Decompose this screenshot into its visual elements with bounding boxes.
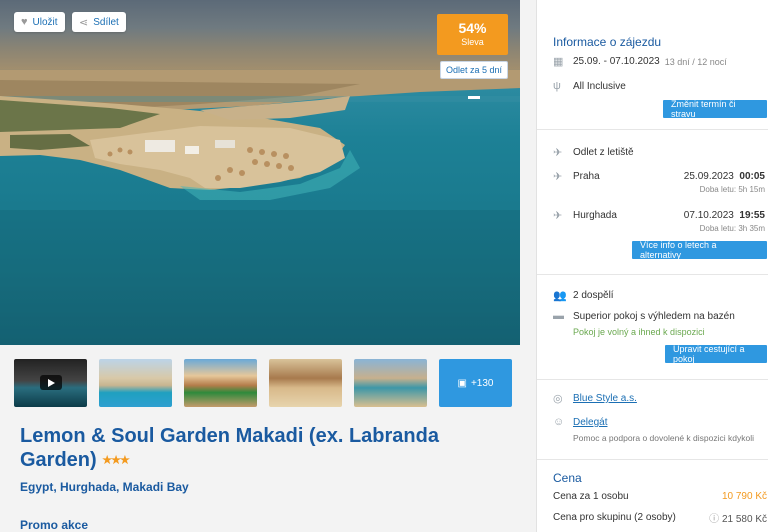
calendar-icon: ▦ <box>553 56 564 68</box>
discount-badge: 54% Sleva <box>437 14 508 55</box>
photos-icon: ▣ <box>457 377 467 389</box>
save-label: Uložit <box>32 16 58 28</box>
share-label: Sdílet <box>93 16 119 28</box>
outbound-flight-row: ✈ Praha 25.09.2023 00:05 <box>553 171 765 183</box>
promo-label: Promo akce <box>20 518 89 532</box>
share-button[interactable]: ⋖ Sdílet <box>72 12 126 32</box>
gallery-thumbnail-video[interactable] <box>14 359 87 407</box>
delegate-icon: ☺ <box>553 416 565 428</box>
delegate-note: Pomoc a podpora o dovolené k dispozici k… <box>573 433 754 443</box>
edit-travellers-button[interactable]: Upravit cestující a pokoj <box>665 344 767 364</box>
hotel-stars: ★★★ <box>102 454 130 467</box>
info-icon: ⓘ <box>709 514 720 525</box>
return-duration: Doba letu: 3h 35m <box>699 224 765 233</box>
gallery-more-button[interactable]: ▣ +130 <box>439 359 512 407</box>
hero-image[interactable]: ♥ Uložit ⋖ Sdílet 54% Sleva Odlet za 5 d… <box>0 0 520 345</box>
agency-section: ◎ Blue Style a.s. ☺ Delegát Pomoc a podp… <box>537 380 768 460</box>
hotel-detail-page: ♥ Uložit ⋖ Sdílet 54% Sleva Odlet za 5 d… <box>0 0 768 532</box>
delegate-link[interactable]: Delegát <box>573 417 607 428</box>
outbound-duration: Doba letu: 5h 15m <box>699 185 765 194</box>
departure-badge: Odlet za 5 dní <box>440 61 508 79</box>
room-availability: Pokoj je volný a ihned k dispozici <box>573 327 705 337</box>
bed-icon: ▬ <box>553 310 564 322</box>
trip-board: ψ All Inclusive <box>553 80 626 92</box>
trip-info-section: Informace o zájezdu ▦ 25.09. - 07.10.202… <box>537 0 768 130</box>
plane-icon: ✈ <box>553 147 563 159</box>
return-flight-row: ✈ Hurghada 07.10.2023 19:55 <box>553 210 765 222</box>
hotel-title: Lemon & Soul Garden Makadi (ex. Labranda… <box>20 424 500 473</box>
flights-title-row: ✈ Odlet z letiště <box>553 146 768 159</box>
gallery-thumbnails: ▣ +130 <box>14 359 512 407</box>
operator-link[interactable]: Blue Style a.s. <box>573 393 637 404</box>
travellers-count-row: 👥 2 dospělí <box>553 290 614 302</box>
play-icon <box>40 375 62 390</box>
gallery-thumbnail[interactable] <box>269 359 342 407</box>
price-group-row: Cena pro skupinu (2 osoby) ⓘ 21 580 Kč <box>553 512 767 525</box>
plane-arrival-icon: ✈ <box>553 210 563 222</box>
delegate-row: ☺ Delegát <box>553 416 768 428</box>
flights-title: Odlet z letiště <box>573 147 634 158</box>
gallery-thumbnail[interactable] <box>99 359 172 407</box>
people-icon: 👥 <box>553 290 567 302</box>
discount-percent: 54% <box>458 20 487 36</box>
booking-panel: Informace o zájezdu ▦ 25.09. - 07.10.202… <box>536 0 768 532</box>
share-icon: ⋖ <box>79 16 89 29</box>
price-per-person-row: Cena za 1 osobu 10 790 Kč <box>553 491 767 502</box>
price-group-value: 21 580 Kč <box>721 514 767 525</box>
hotel-name: Lemon & Soul Garden Makadi (ex. Labranda… <box>20 425 439 471</box>
trip-dates: ▦ 25.09. - 07.10.2023 13 dní / 12 nocí <box>553 56 727 68</box>
cutlery-icon: ψ <box>553 80 561 92</box>
gallery-thumbnail[interactable] <box>184 359 257 407</box>
discount-label: Sleva <box>461 37 484 47</box>
flights-section: ✈ Odlet z letiště ✈ Praha 25.09.2023 00:… <box>537 130 768 275</box>
operator-row: ◎ Blue Style a.s. <box>553 392 768 405</box>
save-button[interactable]: ♥ Uložit <box>14 12 65 32</box>
gallery-thumbnail[interactable] <box>354 359 427 407</box>
trip-info-title: Informace o zájezdu <box>553 35 662 49</box>
plane-departure-icon: ✈ <box>553 171 563 183</box>
price-title: Cena <box>553 471 582 485</box>
change-term-button[interactable]: Změnit termín či stravu <box>663 99 767 119</box>
hotel-location[interactable]: Egypt, Hurghada, Makadi Bay <box>20 480 189 494</box>
price-section: Cena Cena za 1 osobu 10 790 Kč Cena pro … <box>537 460 768 532</box>
price-per-person-value: 10 790 Kč <box>721 491 767 502</box>
globe-icon: ◎ <box>553 393 563 405</box>
room-row: ▬ Superior pokoj s výhledem na bazén <box>553 310 735 322</box>
travellers-section: 👥 2 dospělí ▬ Superior pokoj s výhledem … <box>537 275 768 380</box>
flight-info-button[interactable]: Více info o letech a alternativy <box>632 240 767 260</box>
heart-icon: ♥ <box>21 16 28 28</box>
gallery-more-label: +130 <box>470 377 494 389</box>
